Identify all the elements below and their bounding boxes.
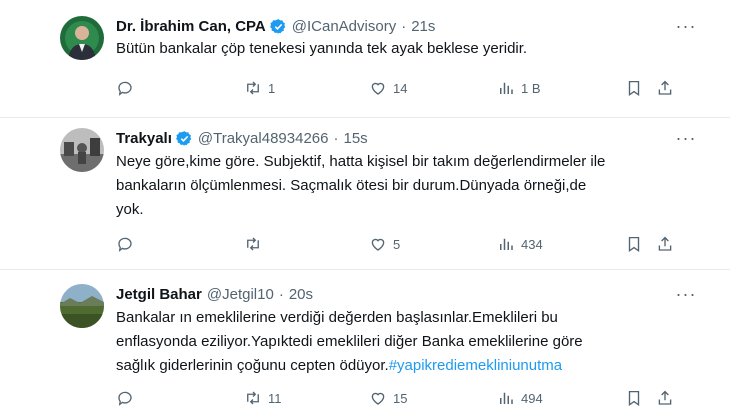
tweet-item[interactable]: Jetgil Bahar @Jetgil10 · 20s ··· Bankala… bbox=[0, 270, 730, 420]
tweet-actions: 5 434 bbox=[116, 234, 676, 254]
heart-icon bbox=[371, 82, 385, 95]
tweet-text: Neye göre,kime göre. Subjektif, hatta ki… bbox=[116, 150, 656, 222]
bookmark-button[interactable] bbox=[625, 388, 643, 408]
retweet-button[interactable] bbox=[244, 234, 268, 254]
reply-button[interactable] bbox=[116, 78, 140, 98]
more-options-icon[interactable]: ··· bbox=[674, 284, 698, 304]
timestamp[interactable]: 15s bbox=[343, 130, 367, 147]
like-button[interactable]: 5 bbox=[369, 234, 400, 254]
reply-icon bbox=[118, 237, 132, 252]
views-icon bbox=[500, 238, 513, 250]
avatar-image bbox=[60, 16, 104, 60]
reply-icon bbox=[118, 391, 132, 406]
tweet-item[interactable]: Dr. İbrahim Can, CPA @ICanAdvisory · 21s… bbox=[0, 0, 730, 118]
tweet-text-line: Bütün bankalar çöp tenekesi yanında tek … bbox=[116, 40, 528, 57]
tweet-text-line: Bankalar ın emeklilerine verdiği değerde… bbox=[116, 309, 558, 326]
like-button[interactable]: 15 bbox=[369, 388, 407, 408]
tweet-header: Jetgil Bahar @Jetgil10 · 20s bbox=[116, 284, 313, 304]
like-count: 14 bbox=[393, 80, 408, 96]
like-count: 5 bbox=[393, 236, 401, 252]
tweet-text: Bütün bankalar çöp tenekesi yanında tek … bbox=[116, 37, 656, 61]
views-icon bbox=[500, 82, 513, 94]
retweet-count: 11 bbox=[268, 390, 282, 406]
retweet-button[interactable]: 11 bbox=[244, 388, 282, 408]
bookmark-icon bbox=[628, 236, 640, 253]
share-icon bbox=[658, 80, 672, 95]
tweet-header: Dr. İbrahim Can, CPA @ICanAdvisory · 21s bbox=[116, 16, 435, 36]
tweet-text-line: sağlık giderlerinin çoğunu cepten ödüyor… bbox=[116, 354, 656, 378]
tweet-feed: Dr. İbrahim Can, CPA @ICanAdvisory · 21s… bbox=[0, 0, 730, 420]
views-button[interactable]: 434 bbox=[497, 234, 543, 254]
share-button[interactable] bbox=[656, 388, 674, 408]
retweet-icon bbox=[247, 237, 259, 251]
display-name[interactable]: Trakyalı bbox=[116, 130, 172, 147]
heart-icon bbox=[371, 238, 385, 251]
tweet-header: Trakyalı @Trakyal48934266 · 15s bbox=[116, 128, 368, 148]
tweet-text-line: yok. bbox=[116, 201, 144, 218]
share-icon bbox=[658, 236, 672, 251]
bookmark-button[interactable] bbox=[625, 78, 643, 98]
tweet-text-line: Neye göre,kime göre. Subjektif, hatta ki… bbox=[116, 153, 606, 170]
avatar-image bbox=[60, 128, 104, 172]
retweet-count: 1 bbox=[268, 80, 276, 96]
share-icon bbox=[658, 390, 672, 405]
user-handle[interactable]: @Trakyal48934266 bbox=[198, 130, 329, 147]
view-count: 494 bbox=[521, 390, 543, 406]
tweet-text-line: enflasyonda eziliyor.Yapıktedi emekliler… bbox=[116, 333, 583, 350]
avatar[interactable] bbox=[60, 16, 104, 60]
timestamp[interactable]: 21s bbox=[411, 18, 435, 35]
tweet-item[interactable]: Trakyalı @Trakyal48934266 · 15s ··· Neye… bbox=[0, 118, 730, 270]
hashtag-link[interactable]: #yapikrediemekliniunutma bbox=[389, 357, 562, 374]
tweet-text-segment: sağlık giderlerinin çoğunu cepten ödüyor… bbox=[116, 357, 389, 374]
bookmark-icon bbox=[628, 390, 640, 407]
bookmark-button[interactable] bbox=[625, 234, 643, 254]
retweet-icon bbox=[247, 81, 259, 95]
share-button[interactable] bbox=[656, 234, 674, 254]
reply-button[interactable] bbox=[116, 234, 140, 254]
separator-dot: · bbox=[333, 129, 339, 147]
user-handle[interactable]: @ICanAdvisory bbox=[292, 18, 396, 35]
tweet-text: Bankalar ın emeklilerine verdiği değerde… bbox=[116, 306, 656, 378]
tweet-actions: 1 14 1 B bbox=[116, 78, 676, 98]
tweet-text-line: bankaların ölçümlenmesi. Saçmalık ötesi … bbox=[116, 177, 587, 194]
separator-dot: · bbox=[278, 285, 284, 303]
tweet-actions: 11 15 494 bbox=[116, 388, 676, 408]
reply-icon bbox=[118, 81, 132, 96]
avatar[interactable] bbox=[60, 128, 104, 172]
reply-button[interactable] bbox=[116, 388, 140, 408]
share-button[interactable] bbox=[656, 78, 674, 98]
timestamp[interactable]: 20s bbox=[289, 286, 313, 303]
heart-icon bbox=[371, 392, 385, 405]
verified-badge-icon bbox=[176, 130, 192, 146]
like-count: 15 bbox=[393, 390, 408, 406]
more-options-icon[interactable]: ··· bbox=[674, 128, 698, 148]
bookmark-icon bbox=[628, 80, 640, 97]
display-name[interactable]: Jetgil Bahar bbox=[116, 286, 202, 303]
more-options-icon[interactable]: ··· bbox=[674, 16, 698, 36]
avatar-image bbox=[60, 284, 104, 328]
avatar[interactable] bbox=[60, 284, 104, 328]
display-name[interactable]: Dr. İbrahim Can, CPA bbox=[116, 18, 266, 35]
view-count: 434 bbox=[521, 236, 543, 252]
view-count: 1 B bbox=[521, 80, 541, 96]
retweet-icon bbox=[247, 391, 259, 405]
user-handle[interactable]: @Jetgil10 bbox=[207, 286, 274, 303]
views-button[interactable]: 1 B bbox=[497, 78, 541, 98]
views-icon bbox=[500, 392, 513, 404]
like-button[interactable]: 14 bbox=[369, 78, 407, 98]
verified-badge-icon bbox=[269, 18, 285, 34]
retweet-button[interactable]: 1 bbox=[244, 78, 275, 98]
views-button[interactable]: 494 bbox=[497, 388, 543, 408]
separator-dot: · bbox=[401, 17, 407, 35]
